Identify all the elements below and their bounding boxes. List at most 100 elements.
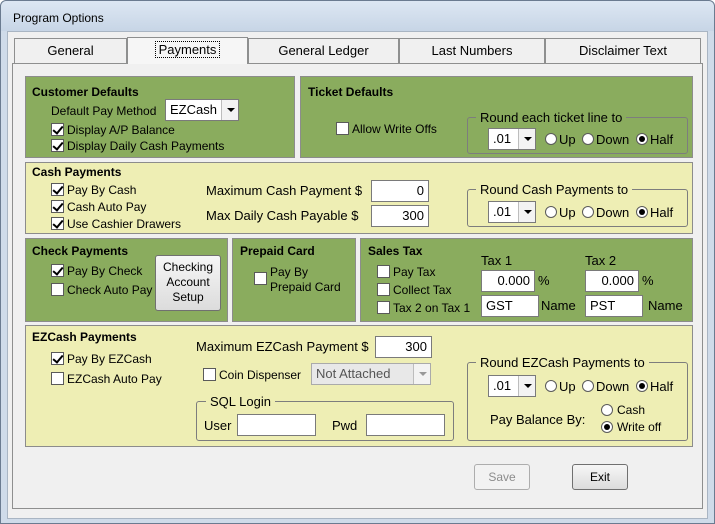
chevron-down-icon[interactable] bbox=[413, 364, 430, 384]
display-ap-balance-checkbox[interactable] bbox=[51, 123, 64, 136]
chevron-down-icon[interactable] bbox=[221, 100, 238, 120]
cash-round-half-label: Half bbox=[650, 205, 674, 220]
pay-balance-write-off-radio[interactable] bbox=[601, 421, 613, 433]
tab-general[interactable]: General bbox=[14, 38, 127, 63]
coin-dispenser-select[interactable]: Not Attached bbox=[311, 363, 431, 385]
setup-button-line-2: Account bbox=[166, 275, 210, 289]
pay-by-check-checkbox[interactable] bbox=[51, 264, 64, 277]
ticket-round-down-label: Down bbox=[596, 132, 630, 147]
ezcash-round-down-radio[interactable] bbox=[582, 380, 594, 392]
window-title: Program Options bbox=[13, 11, 104, 25]
sales-tax-title: Sales Tax bbox=[368, 244, 423, 258]
save-button[interactable]: Save bbox=[474, 464, 530, 490]
tab-general-ledger[interactable]: General Ledger bbox=[248, 38, 399, 63]
collect-tax-label: Collect Tax bbox=[393, 283, 452, 297]
pay-by-ezcash-checkbox[interactable] bbox=[51, 352, 64, 365]
default-pay-method-select[interactable]: EZCash bbox=[165, 99, 239, 121]
pay-balance-cash-label: Cash bbox=[617, 403, 646, 417]
check-auto-pay-checkbox[interactable] bbox=[51, 283, 64, 296]
tax1-name-label: Name bbox=[541, 298, 576, 313]
pay-balance-write-off-label: Write off bbox=[617, 420, 662, 434]
cash-round-title: Round Cash Payments to bbox=[476, 182, 633, 197]
customer-defaults-title: Customer Defaults bbox=[32, 85, 139, 99]
tab-last-numbers[interactable]: Last Numbers bbox=[399, 38, 545, 63]
pay-by-prepaid-label: Pay By Prepaid Card bbox=[270, 265, 341, 295]
ticket-round-up-radio[interactable] bbox=[545, 133, 557, 145]
tab-payments-label: Payments bbox=[154, 41, 221, 58]
ticket-round-down-radio[interactable] bbox=[582, 133, 594, 145]
pay-by-prepaid-line-2: Prepaid Card bbox=[270, 280, 341, 294]
pay-by-cash-label: Pay By Cash bbox=[67, 183, 137, 197]
chevron-down-icon[interactable] bbox=[518, 129, 535, 149]
cash-auto-pay-label: Cash Auto Pay bbox=[67, 200, 147, 214]
chevron-down-icon[interactable] bbox=[518, 202, 535, 222]
ezcash-auto-pay-checkbox[interactable] bbox=[51, 372, 64, 385]
tax1-name-input[interactable]: GST bbox=[481, 295, 539, 317]
ezcash-round-title: Round EZCash Payments to bbox=[476, 355, 649, 370]
checking-account-setup-button[interactable]: Checking Account Setup bbox=[155, 255, 221, 311]
ezcash-round-up-label: Up bbox=[559, 379, 576, 394]
sql-pwd-input[interactable] bbox=[366, 414, 445, 436]
use-cashier-drawers-checkbox[interactable] bbox=[51, 217, 64, 230]
cash-round-half-radio[interactable] bbox=[636, 206, 648, 218]
ticket-defaults-title: Ticket Defaults bbox=[308, 85, 394, 99]
tax2-rate-input[interactable]: 0.000 bbox=[585, 270, 639, 292]
pay-balance-by-label: Pay Balance By: bbox=[490, 412, 586, 427]
max-ezcash-payment-input[interactable]: 300 bbox=[375, 336, 432, 358]
pay-by-ezcash-label: Pay By EZCash bbox=[67, 352, 152, 366]
tab-general-ledger-label: General Ledger bbox=[278, 43, 369, 58]
max-daily-cash-label: Max Daily Cash Payable $ bbox=[206, 208, 359, 223]
ticket-round-half-radio[interactable] bbox=[636, 133, 648, 145]
cash-round-select[interactable]: .01 bbox=[488, 201, 536, 223]
pay-by-check-label: Pay By Check bbox=[67, 264, 143, 278]
ticket-round-select[interactable]: .01 bbox=[488, 128, 536, 150]
allow-write-offs-label: Allow Write Offs bbox=[352, 122, 437, 136]
check-payments-title: Check Payments bbox=[32, 244, 129, 258]
coin-dispenser-value: Not Attached bbox=[316, 366, 391, 381]
ezcash-round-half-label: Half bbox=[650, 379, 674, 394]
ezcash-auto-pay-label: EZCash Auto Pay bbox=[67, 372, 162, 386]
pay-by-prepaid-line-1: Pay By bbox=[270, 265, 309, 279]
cash-round-down-label: Down bbox=[596, 205, 630, 220]
max-daily-cash-input[interactable]: 300 bbox=[371, 205, 429, 227]
pay-by-cash-checkbox[interactable] bbox=[51, 183, 64, 196]
tax1-rate-input[interactable]: 0.000 bbox=[481, 270, 535, 292]
pay-by-prepaid-checkbox[interactable] bbox=[254, 272, 267, 285]
tax2-on-tax1-checkbox[interactable] bbox=[377, 301, 390, 314]
tax2-name-input[interactable]: PST bbox=[585, 295, 643, 317]
default-pay-method-value: EZCash bbox=[170, 102, 217, 117]
collect-tax-checkbox[interactable] bbox=[377, 283, 390, 296]
sql-user-input[interactable] bbox=[237, 414, 316, 436]
cash-round-down-radio[interactable] bbox=[582, 206, 594, 218]
pay-tax-checkbox[interactable] bbox=[377, 265, 390, 278]
max-cash-payment-label: Maximum Cash Payment $ bbox=[206, 183, 363, 198]
tab-disclaimer-text[interactable]: Disclaimer Text bbox=[545, 38, 701, 63]
allow-write-offs-checkbox[interactable] bbox=[336, 122, 349, 135]
tax1-label: Tax 1 bbox=[481, 253, 513, 268]
coin-dispenser-checkbox[interactable] bbox=[203, 368, 216, 381]
chevron-down-icon[interactable] bbox=[518, 376, 535, 396]
max-cash-payment-input[interactable]: 0 bbox=[371, 180, 429, 202]
ezcash-round-half-radio[interactable] bbox=[636, 380, 648, 392]
coin-dispenser-label: Coin Dispenser bbox=[219, 368, 302, 382]
cash-auto-pay-checkbox[interactable] bbox=[51, 200, 64, 213]
display-daily-cash-label: Display Daily Cash Payments bbox=[67, 139, 225, 153]
tab-payments[interactable]: Payments bbox=[127, 37, 248, 64]
tax2-on-tax1-label: Tax 2 on Tax 1 bbox=[393, 301, 471, 315]
ezcash-payments-title: EZCash Payments bbox=[32, 330, 137, 344]
pay-balance-cash-radio[interactable] bbox=[601, 404, 613, 416]
title-bar: Program Options bbox=[1, 1, 714, 31]
ezcash-round-select[interactable]: .01 bbox=[488, 375, 536, 397]
prepaid-card-title: Prepaid Card bbox=[240, 244, 315, 258]
cash-round-up-radio[interactable] bbox=[545, 206, 557, 218]
ezcash-round-up-radio[interactable] bbox=[545, 380, 557, 392]
cash-payments-title: Cash Payments bbox=[32, 165, 122, 179]
tax2-name-label: Name bbox=[648, 298, 683, 313]
tax2-percent: % bbox=[642, 273, 654, 288]
use-cashier-drawers-label: Use Cashier Drawers bbox=[67, 217, 182, 231]
check-auto-pay-label: Check Auto Pay bbox=[67, 283, 153, 297]
ezcash-round-down-label: Down bbox=[596, 379, 630, 394]
exit-button[interactable]: Exit bbox=[572, 464, 628, 490]
tab-general-label: General bbox=[47, 43, 94, 58]
display-daily-cash-checkbox[interactable] bbox=[51, 139, 64, 152]
